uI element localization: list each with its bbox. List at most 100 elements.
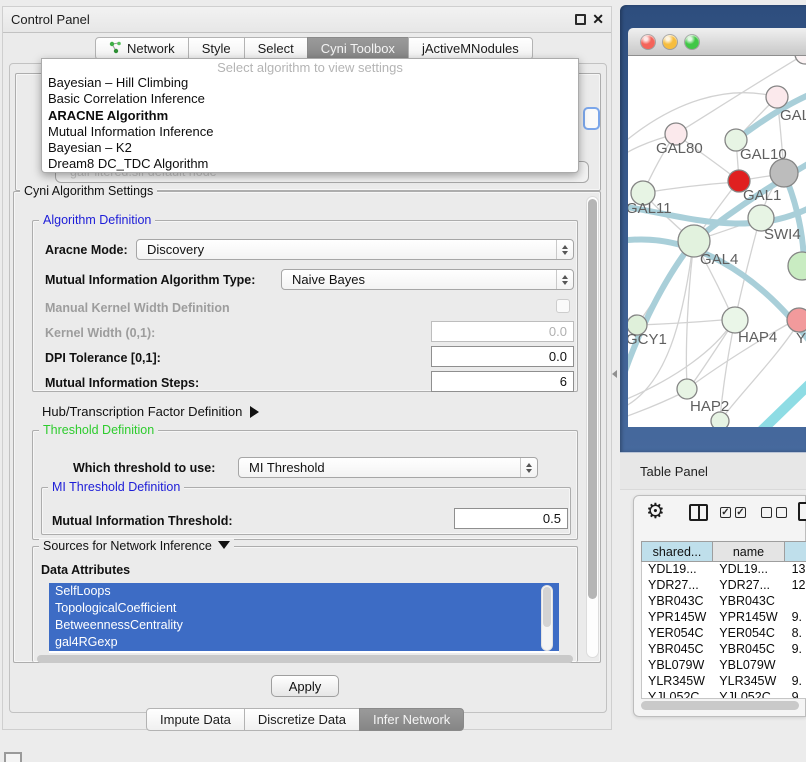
algorithm-option-bayesian-hill-climbing[interactable]: Bayesian – Hill Climbing bbox=[42, 75, 578, 91]
algorithm-dropdown-prompt: Select algorithm to view settings bbox=[42, 59, 578, 75]
mi-threshold-label: Mutual Information Threshold: bbox=[52, 514, 233, 528]
mi-type-combo[interactable]: Naive Bayes bbox=[281, 269, 574, 290]
attribute-item-betweennesscentrality[interactable]: BetweennessCentrality bbox=[49, 617, 559, 634]
column-header-a[interactable]: A bbox=[784, 541, 806, 562]
settings-scrollbar-thumb[interactable] bbox=[588, 199, 597, 599]
attributes-list-scrollbar[interactable] bbox=[541, 585, 553, 651]
attribute-item-topologicalcoefficient[interactable]: TopologicalCoefficient bbox=[49, 600, 559, 617]
table-row[interactable]: YPR145WYPR145W9. bbox=[642, 610, 806, 626]
attributes-hscrollbar-thumb[interactable] bbox=[37, 655, 573, 663]
aracne-mode-combo[interactable]: Discovery bbox=[136, 239, 574, 260]
table-cell: YDR27... bbox=[642, 578, 713, 594]
algorithm-option-aracne-algorithm[interactable]: ARACNE Algorithm bbox=[42, 108, 578, 124]
dpi-tolerance-input[interactable]: 0.0 bbox=[431, 346, 574, 367]
table-cell: 9. bbox=[786, 642, 806, 658]
table-row[interactable]: YJL052CYJL052C9 bbox=[642, 690, 806, 699]
manual-kernel-checkbox[interactable] bbox=[556, 299, 570, 313]
network-view-window: GALGAL80GAL10GAL1GAL11SWI4GAL4GCY1HAP4YH… bbox=[620, 5, 806, 452]
attributes-scrollbar-thumb[interactable] bbox=[543, 587, 551, 627]
algorithm-option-basic-correlation-inference[interactable]: Basic Correlation Inference bbox=[42, 91, 578, 107]
tab-cyni-toolbox[interactable]: Cyni Toolbox bbox=[307, 37, 409, 60]
table-cell: YLR345W bbox=[642, 674, 713, 690]
partial-toolbar-icon[interactable] bbox=[798, 502, 806, 521]
expanded-arrow-icon[interactable] bbox=[218, 541, 230, 549]
algorithm-option-mutual-information-inference[interactable]: Mutual Information Inference bbox=[42, 124, 578, 140]
network-node[interactable] bbox=[770, 159, 798, 187]
table-row[interactable]: YBR045CYBR045C9. bbox=[642, 642, 806, 658]
aracne-mode-label: Aracne Mode: bbox=[45, 243, 128, 257]
hidden-panel-button[interactable] bbox=[4, 752, 22, 762]
algorithm-option-dream8-dc-tdc-algorithm[interactable]: Dream8 DC_TDC Algorithm bbox=[42, 156, 578, 172]
table-browser-window: ⚙ ✓ ✓ shared...nameA YDL19...YDL19...13Y… bbox=[633, 495, 806, 717]
bottom-tab-infer-network[interactable]: Infer Network bbox=[359, 708, 464, 731]
tab-network[interactable]: Network bbox=[95, 37, 189, 60]
network-node-gal[interactable] bbox=[766, 86, 788, 108]
algorithm-option-bayesian-k2[interactable]: Bayesian – K2 bbox=[42, 140, 578, 156]
table-row[interactable]: YBR043CYBR043C bbox=[642, 594, 806, 610]
column-header-shared[interactable]: shared... bbox=[641, 541, 713, 562]
tab-style[interactable]: Style bbox=[188, 37, 245, 60]
split-pane-collapse-icon[interactable] bbox=[612, 370, 617, 378]
hub-definition-toggle[interactable]: Hub/Transcription Factor Definition bbox=[42, 404, 259, 419]
table-row[interactable]: YER054CYER054C8. bbox=[642, 626, 806, 642]
cyni-algorithm-settings-group: Cyni Algorithm Settings Algorithm Defini… bbox=[13, 191, 601, 663]
node-label-gal80: GAL80 bbox=[656, 140, 703, 157]
table-row[interactable]: YLR345WYLR345W9. bbox=[642, 674, 806, 690]
node-label-swi4: SWI4 bbox=[764, 226, 801, 243]
table-cell: YER054C bbox=[642, 626, 713, 642]
mi-threshold-input[interactable]: 0.5 bbox=[454, 508, 568, 529]
sources-legend-text: Sources for Network Inference bbox=[43, 539, 212, 553]
table-row[interactable]: YDL19...YDL19...13 bbox=[642, 562, 806, 578]
bottom-tab-discretize-data[interactable]: Discretize Data bbox=[244, 708, 360, 731]
table-cell: YDL19... bbox=[713, 562, 785, 578]
zoom-traffic-light[interactable] bbox=[685, 35, 699, 49]
apply-button[interactable]: Apply bbox=[271, 675, 339, 697]
node-label-gal1: GAL1 bbox=[743, 187, 781, 204]
tab-network-label: Network bbox=[127, 41, 175, 56]
settings-scrollbar[interactable] bbox=[586, 196, 599, 658]
network-node-y[interactable] bbox=[787, 308, 806, 332]
table-panel-title: Table Panel bbox=[640, 464, 708, 479]
tab-select[interactable]: Select bbox=[244, 37, 308, 60]
kernel-width-input[interactable]: 0.0 bbox=[431, 321, 574, 342]
network-node[interactable] bbox=[711, 412, 729, 427]
bottom-tab-discretize-data-label: Discretize Data bbox=[258, 712, 346, 727]
which-threshold-combo[interactable]: MI Threshold bbox=[238, 457, 538, 478]
table-panel-header: Table Panel bbox=[620, 452, 806, 490]
network-canvas[interactable]: GALGAL80GAL10GAL1GAL11SWI4GAL4GCY1HAP4YH… bbox=[628, 56, 806, 427]
tab-jactivemnodules[interactable]: jActiveMNodules bbox=[408, 37, 533, 60]
table-cell: YDR27... bbox=[713, 578, 785, 594]
column-header-name[interactable]: name bbox=[712, 541, 785, 562]
attribute-item-selfloops[interactable]: SelfLoops bbox=[49, 583, 559, 600]
network-node[interactable] bbox=[788, 252, 806, 280]
mi-threshold-legend: MI Threshold Definition bbox=[48, 480, 184, 494]
table-cell: 9. bbox=[786, 674, 806, 690]
combo-spinner-icon bbox=[556, 240, 573, 259]
float-window-icon[interactable] bbox=[575, 14, 586, 25]
columns-icon[interactable] bbox=[689, 504, 708, 521]
table-row[interactable]: YBL079WYBL079W bbox=[642, 658, 806, 674]
network-edge-weighted bbox=[628, 241, 694, 386]
network-node[interactable] bbox=[795, 56, 806, 64]
minimize-traffic-light[interactable] bbox=[663, 35, 677, 49]
close-icon[interactable]: ✕ bbox=[592, 11, 604, 28]
which-threshold-label: Which threshold to use: bbox=[73, 461, 215, 475]
data-attributes-list[interactable]: SelfLoopsTopologicalCoefficientBetweenne… bbox=[49, 583, 559, 653]
table-hscrollbar-thumb[interactable] bbox=[641, 701, 799, 710]
network-node-hap2[interactable] bbox=[677, 379, 697, 399]
gear-icon[interactable]: ⚙ bbox=[646, 499, 665, 524]
close-traffic-light[interactable] bbox=[641, 35, 655, 49]
table-cell: 12 bbox=[786, 578, 806, 594]
attribute-item-gal4rgexp[interactable]: gal4RGexp bbox=[49, 634, 559, 651]
cyni-bottom-tab-bar: Impute Data Discretize Data Infer Network bbox=[146, 708, 464, 731]
table-panel-area: Table Panel ⚙ ✓ ✓ shared...nameA YDL19..… bbox=[620, 452, 806, 762]
deselect-all-columns-icon[interactable] bbox=[761, 507, 787, 518]
bottom-tab-impute-data[interactable]: Impute Data bbox=[146, 708, 245, 731]
table-row[interactable]: YDR27...YDR27...12 bbox=[642, 578, 806, 594]
select-all-columns-icon[interactable]: ✓ ✓ bbox=[720, 507, 746, 518]
table-cell: YBL079W bbox=[642, 658, 713, 674]
control-panel-window: Control Panel ✕ NetworkStyleSelectCyni T… bbox=[2, 6, 612, 730]
mi-steps-input[interactable]: 6 bbox=[431, 371, 574, 392]
table-cell: YBR043C bbox=[642, 594, 713, 610]
tab-jactivemnodules-label: jActiveMNodules bbox=[422, 41, 519, 56]
